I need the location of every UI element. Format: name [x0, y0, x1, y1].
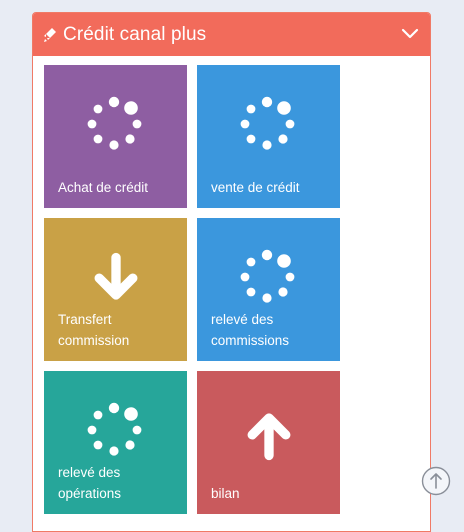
panel-header[interactable]: Crédit canal plus	[33, 13, 430, 56]
loading-spinner-icon	[240, 96, 295, 150]
chevron-down-icon[interactable]	[401, 26, 419, 40]
scroll-to-top-button[interactable]	[421, 466, 451, 496]
tile-label: vente de crédit	[211, 180, 300, 195]
tile-label: Achat de crédit	[58, 180, 149, 195]
rocket-icon	[43, 27, 57, 43]
panel-title: Crédit canal plus	[63, 23, 207, 45]
tile-label: bilan	[211, 486, 240, 501]
tile-label: Transfert commission	[58, 312, 130, 348]
tile-bilan[interactable]: bilan	[197, 371, 340, 514]
loading-spinner-icon	[87, 96, 142, 150]
tile-releve-des-operations[interactable]: relevé des opérations	[44, 371, 187, 514]
tile-transfert-commission[interactable]: Transfert commission	[44, 218, 187, 361]
arrow-up-circle-icon	[421, 466, 451, 496]
tile-releve-des-commissions[interactable]: relevé des commissions	[197, 218, 340, 361]
credit-canal-plus-panel: Crédit canal plus Achat de crédit vente …	[32, 12, 431, 532]
arrow-down-icon	[94, 252, 138, 300]
loading-spinner-icon	[240, 249, 295, 303]
arrow-up-icon	[247, 413, 291, 461]
tile-label: relevé des opérations	[58, 465, 122, 501]
tile-vente-de-credit[interactable]: vente de crédit	[197, 65, 340, 208]
tile-achat-de-credit[interactable]: Achat de crédit	[44, 65, 187, 208]
loading-spinner-icon	[87, 402, 142, 456]
tile-label: relevé des commissions	[211, 312, 290, 348]
